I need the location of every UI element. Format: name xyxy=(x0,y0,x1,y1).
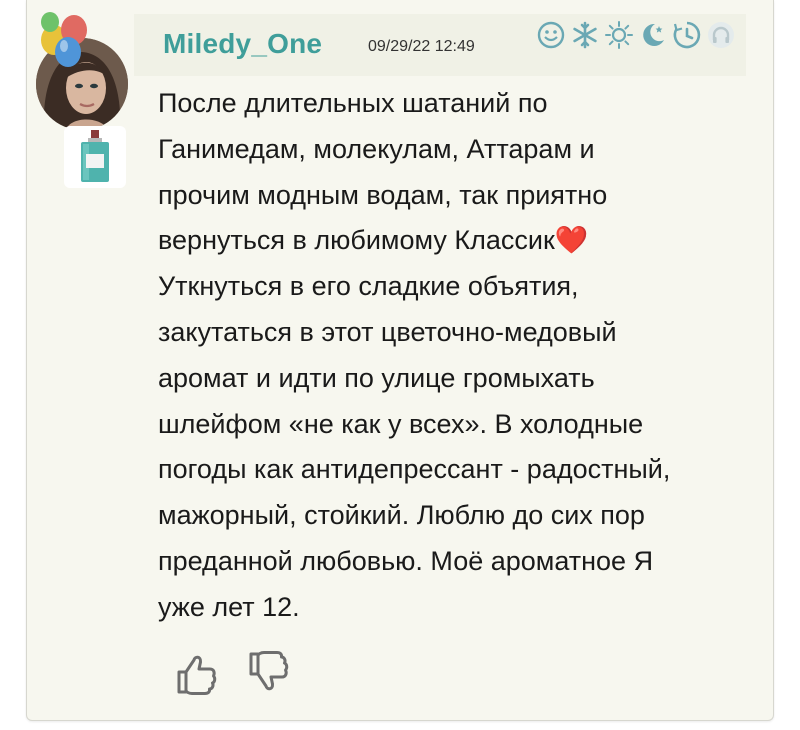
perfume-bottle-image[interactable] xyxy=(64,126,126,188)
username-link[interactable]: Miledy_One xyxy=(163,28,322,60)
sun-icon[interactable] xyxy=(604,20,634,50)
status-icon-bar xyxy=(536,18,736,52)
post-timestamp: 09/29/22 12:49 xyxy=(368,38,475,55)
clock-icon[interactable] xyxy=(672,20,702,50)
headphones-icon[interactable] xyxy=(706,20,736,50)
snowflake-icon[interactable] xyxy=(570,20,600,50)
comment-body: После длительных шатаний по Ганимедам, м… xyxy=(158,88,671,622)
smile-icon[interactable] xyxy=(536,20,566,50)
thumbs-down-icon[interactable] xyxy=(246,650,290,696)
night-moon-icon[interactable] xyxy=(638,20,668,50)
thumbs-up-icon[interactable] xyxy=(174,650,218,696)
balloons-icon xyxy=(34,10,98,72)
